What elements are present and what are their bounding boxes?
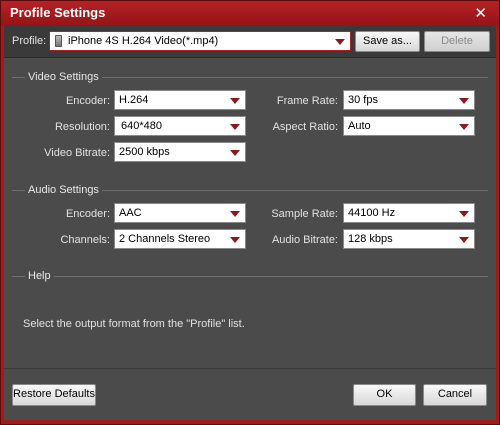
save-as-button[interactable]: Save as...	[355, 31, 420, 52]
aspect-ratio-select[interactable]: Auto	[343, 116, 475, 136]
video-bitrate-label: Video Bitrate:	[44, 147, 110, 159]
chevron-down-icon	[230, 150, 240, 156]
profile-settings-window: Profile Settings ✕ Profile: iPhone 4S H.…	[0, 0, 500, 425]
chevron-down-icon	[335, 39, 345, 45]
footer-divider	[4, 368, 496, 369]
channels-label: Channels:	[60, 234, 110, 246]
video-encoder-label: Encoder:	[65, 95, 110, 107]
phone-icon	[55, 35, 62, 47]
chevron-down-icon	[230, 211, 240, 217]
channels-select[interactable]: 2 Channels Stereo	[114, 229, 246, 249]
chevron-down-icon	[230, 98, 240, 104]
audio-encoder-value: AAC	[119, 207, 142, 219]
title-bar[interactable]: Profile Settings ✕	[1, 1, 499, 25]
audio-settings-title: Audio Settings	[25, 184, 102, 196]
help-section-divider	[12, 276, 488, 277]
profile-select[interactable]: iPhone 4S H.264 Video(*.mp4)	[49, 31, 351, 51]
audio-bitrate-value: 128 kbps	[348, 233, 393, 245]
audio-bitrate-select[interactable]: 128 kbps	[343, 229, 475, 249]
resolution-label: Resolution:	[54, 121, 110, 133]
frame-rate-label: Frame Rate:	[276, 95, 338, 107]
delete-button[interactable]: Delete	[424, 31, 490, 52]
video-bitrate-select[interactable]: 2500 kbps	[114, 142, 246, 162]
channels-value: 2 Channels Stereo	[119, 233, 211, 245]
chevron-down-icon	[459, 98, 469, 104]
video-bitrate-value: 2500 kbps	[119, 146, 170, 158]
audio-encoder-label: Encoder:	[65, 208, 110, 220]
video-encoder-value: H.264	[119, 94, 149, 106]
sample-rate-value: 44100 Hz	[348, 207, 396, 219]
aspect-ratio-value: Auto	[348, 120, 371, 132]
chevron-down-icon	[459, 124, 469, 130]
cancel-button[interactable]: Cancel	[423, 384, 487, 406]
window-title: Profile Settings	[10, 5, 106, 20]
frame-rate-select[interactable]: 30 fps	[343, 90, 475, 110]
sample-rate-label: Sample Rate:	[271, 208, 338, 220]
help-text: Select the output format from the "Profi…	[23, 318, 245, 330]
resolution-select[interactable]: 640*480	[114, 116, 246, 136]
profile-value: iPhone 4S H.264 Video(*.mp4)	[68, 35, 219, 47]
profile-label: Profile:	[12, 35, 47, 47]
frame-rate-value: 30 fps	[348, 94, 378, 106]
audio-encoder-select[interactable]: AAC	[114, 203, 246, 223]
audio-bitrate-label: Audio Bitrate:	[271, 234, 338, 246]
help-title: Help	[25, 270, 54, 282]
profile-bar: Profile: iPhone 4S H.264 Video(*.mp4) Sa…	[4, 25, 496, 58]
aspect-ratio-label: Aspect Ratio:	[272, 121, 338, 133]
restore-defaults-button[interactable]: Restore Defaults	[12, 384, 96, 406]
resolution-value: 640*480	[121, 120, 162, 132]
chevron-down-icon	[459, 237, 469, 243]
dialog-body: Profile: iPhone 4S H.264 Video(*.mp4) Sa…	[4, 25, 496, 420]
ok-button[interactable]: OK	[353, 384, 416, 406]
close-icon[interactable]: ✕	[474, 4, 487, 22]
video-encoder-select[interactable]: H.264	[114, 90, 246, 110]
chevron-down-icon	[230, 124, 240, 130]
chevron-down-icon	[459, 211, 469, 217]
sample-rate-select[interactable]: 44100 Hz	[343, 203, 475, 223]
chevron-down-icon	[230, 237, 240, 243]
video-settings-title: Video Settings	[25, 71, 102, 83]
